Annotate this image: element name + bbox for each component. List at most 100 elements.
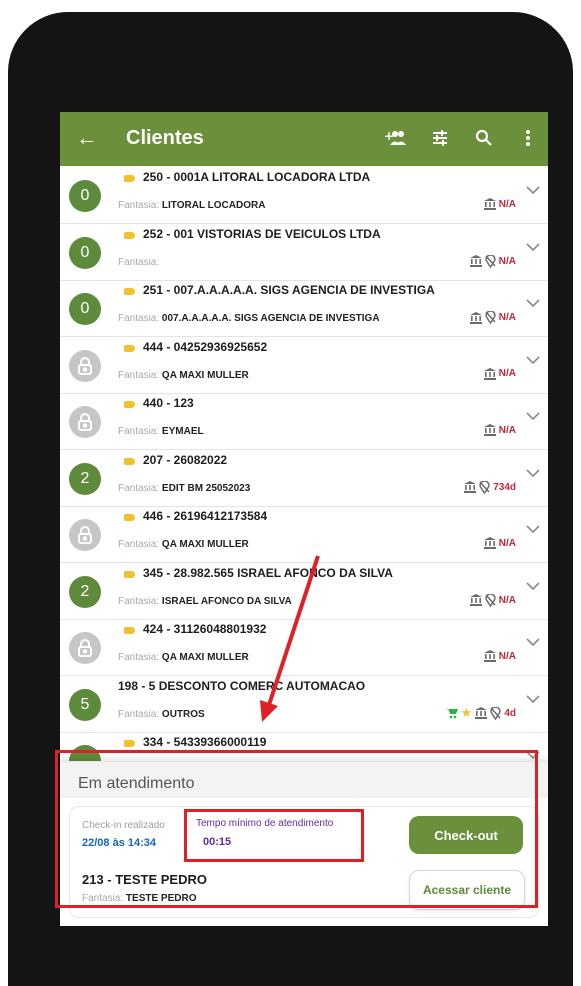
bank-icon bbox=[483, 198, 496, 210]
client-fantasia: Fantasia: OUTROS bbox=[118, 708, 205, 720]
tag-icon bbox=[124, 288, 135, 295]
client-flags: N/A bbox=[469, 254, 516, 268]
client-row[interactable]: 2 207 - 26082022 Fantasia: EDIT BM 2505202… bbox=[60, 449, 548, 507]
client-fantasia: Fantasia: LITORAL LOCADORA bbox=[118, 200, 266, 211]
visit-count-badge: 0 bbox=[69, 293, 101, 325]
bank-icon bbox=[469, 311, 482, 324]
client-fantasia: Fantasia: QA MAXI MULLER bbox=[118, 369, 249, 381]
chevron-down-icon[interactable] bbox=[526, 521, 540, 539]
client-flags: N/A bbox=[483, 424, 516, 436]
bank-icon bbox=[483, 537, 496, 549]
client-flags: N/A bbox=[469, 311, 516, 324]
client-title: 424 - 31126048801932 bbox=[143, 622, 267, 636]
status-badge: N/A bbox=[498, 594, 516, 606]
client-flags: N/A bbox=[469, 593, 516, 607]
chevron-down-icon[interactable] bbox=[526, 352, 540, 370]
bank-icon bbox=[469, 255, 482, 267]
status-badge: 4d bbox=[504, 707, 516, 719]
client-row[interactable]: 5 198 - 5 DESCONTO COMERC AUTOMACAO Fantas… bbox=[60, 675, 548, 733]
status-badge: N/A bbox=[498, 255, 516, 267]
client-list: 0 250 - 0001A LITORAL LOCADORA LTDA Fantas… bbox=[60, 166, 548, 761]
tag-icon bbox=[124, 401, 135, 408]
client-row[interactable]: 424 - 31126048801932 Fantasia: QA MAXI MU… bbox=[60, 618, 548, 676]
app-bar: ← Clientes + bbox=[60, 112, 548, 166]
client-row[interactable]: 0 252 - 001 VISTORIAS DE VEICULOS LTDA Fan… bbox=[60, 223, 548, 281]
tag-icon bbox=[124, 457, 135, 465]
client-fantasia: Fantasia: 007.A.A.A.A.A. SIGS AGENCIA DE… bbox=[118, 313, 380, 324]
attendance-highlight-box bbox=[55, 750, 538, 908]
chevron-down-icon[interactable] bbox=[526, 295, 540, 313]
status-badge: N/A bbox=[498, 537, 516, 549]
client-row[interactable]: 0 250 - 0001A LITORAL LOCADORA LTDA Fantas… bbox=[60, 166, 548, 224]
client-flags: N/A bbox=[483, 367, 516, 380]
lock-icon bbox=[69, 632, 101, 664]
lock-icon bbox=[69, 406, 101, 438]
client-row[interactable]: 2 345 - 28.982.565 ISRAEL AFONCO DA SILVA… bbox=[60, 562, 548, 620]
chevron-down-icon[interactable] bbox=[526, 182, 540, 200]
client-row[interactable]: 446 - 26196412173584 Fantasia: QA MAXI MU… bbox=[60, 505, 548, 563]
add-group-icon[interactable]: + bbox=[382, 125, 408, 151]
visit-count-badge: 0 bbox=[69, 180, 101, 212]
client-flags: 734d bbox=[464, 480, 516, 494]
bank-icon bbox=[483, 650, 496, 662]
client-fantasia: Fantasia: QA MAXI MULLER bbox=[118, 652, 249, 663]
cart-icon bbox=[445, 707, 458, 719]
bank-icon bbox=[483, 424, 496, 436]
location-off-icon bbox=[490, 706, 502, 720]
lock-icon bbox=[69, 519, 101, 551]
bank-icon bbox=[475, 707, 488, 719]
client-fantasia: Fantasia: QA MAXI MULLER bbox=[118, 539, 249, 550]
client-fantasia: Fantasia: EYMAEL bbox=[118, 426, 204, 437]
location-off-icon bbox=[485, 311, 496, 324]
tag-icon bbox=[124, 570, 135, 578]
client-title: 207 - 26082022 bbox=[143, 452, 228, 467]
client-title: 252 - 001 VISTORIAS DE VEICULOS LTDA bbox=[143, 226, 381, 241]
client-title: 251 - 007.A.A.A.A.A. SIGS AGENCIA DE INV… bbox=[143, 283, 435, 297]
bank-icon bbox=[483, 367, 496, 380]
arrow-back-icon[interactable]: ← bbox=[76, 126, 98, 150]
client-row[interactable]: 440 - 123 Fantasia: EYMAEL N/A bbox=[60, 392, 548, 450]
tag-icon bbox=[124, 740, 135, 747]
client-title: 444 - 04252936925652 bbox=[143, 339, 268, 354]
tag-icon bbox=[124, 514, 135, 521]
client-flags: ★ 4d bbox=[445, 706, 516, 720]
visit-count-badge: 2 bbox=[69, 575, 101, 608]
chevron-down-icon[interactable] bbox=[526, 634, 540, 652]
client-fantasia: Fantasia: ISRAEL AFONCO DA SILVA bbox=[118, 595, 292, 607]
location-off-icon bbox=[479, 480, 490, 494]
client-title: 446 - 26196412173584 bbox=[143, 509, 268, 523]
tag-icon bbox=[124, 175, 135, 182]
bank-icon bbox=[464, 481, 477, 493]
status-badge: 734d bbox=[493, 481, 516, 493]
filter-sliders-icon[interactable] bbox=[427, 125, 453, 151]
chevron-down-icon[interactable] bbox=[526, 408, 540, 426]
client-title: 440 - 123 bbox=[143, 396, 194, 410]
lock-icon bbox=[69, 349, 101, 382]
chevron-down-icon[interactable] bbox=[526, 239, 540, 257]
tag-icon bbox=[124, 231, 135, 239]
client-fantasia: Fantasia: EDIT BM 25052023 bbox=[118, 482, 251, 494]
status-badge: N/A bbox=[498, 650, 516, 662]
client-fantasia: Fantasia: bbox=[118, 256, 160, 268]
client-title: 345 - 28.982.565 ISRAEL AFONCO DA SILVA bbox=[143, 565, 393, 580]
chevron-down-icon[interactable] bbox=[526, 465, 540, 483]
page-title: Clientes bbox=[126, 127, 204, 149]
location-off-icon bbox=[485, 254, 496, 268]
chevron-down-icon[interactable] bbox=[526, 578, 540, 596]
client-flags: N/A bbox=[483, 537, 516, 549]
client-row[interactable]: 444 - 04252936925652 Fantasia: QA MAXI MU… bbox=[60, 336, 548, 394]
visit-count-badge: 0 bbox=[69, 236, 101, 269]
status-badge: N/A bbox=[498, 368, 516, 379]
status-badge: N/A bbox=[498, 198, 516, 210]
svg-text:+: + bbox=[384, 129, 394, 143]
client-title: 250 - 0001A LITORAL LOCADORA LTDA bbox=[143, 170, 371, 184]
more-vert-icon[interactable] bbox=[515, 125, 541, 151]
search-icon[interactable] bbox=[471, 125, 497, 151]
tag-icon bbox=[124, 344, 135, 352]
chevron-down-icon[interactable] bbox=[526, 691, 540, 709]
tag-icon bbox=[124, 627, 135, 634]
status-badge: N/A bbox=[498, 312, 516, 323]
client-row[interactable]: 0 251 - 007.A.A.A.A.A. SIGS AGENCIA DE IN… bbox=[60, 279, 548, 337]
client-flags: N/A bbox=[483, 198, 516, 210]
bank-icon bbox=[469, 594, 482, 606]
